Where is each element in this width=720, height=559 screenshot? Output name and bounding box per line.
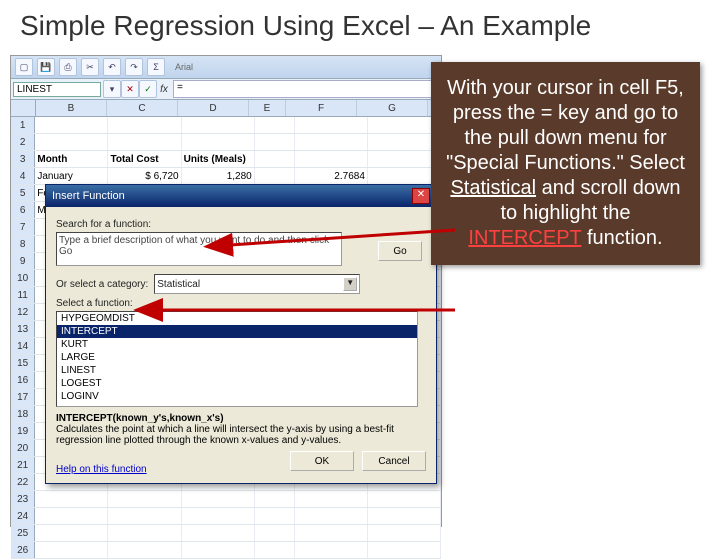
row-hdr[interactable]: 6 <box>11 202 35 218</box>
col-D[interactable]: D <box>178 100 249 116</box>
dialog-titlebar[interactable]: Insert Function ✕ <box>46 185 436 207</box>
autosum-icon[interactable]: Σ <box>147 58 165 76</box>
dialog-title-text: Insert Function <box>52 190 125 202</box>
row-hdr[interactable]: 10 <box>11 270 35 286</box>
col-B[interactable]: B <box>36 100 107 116</box>
insert-function-dialog: Insert Function ✕ Search for a function:… <box>45 184 437 484</box>
chevron-down-icon[interactable]: ▼ <box>343 277 357 291</box>
cancel-button[interactable]: Cancel <box>362 451 426 471</box>
list-item[interactable]: LOGEST <box>57 377 417 390</box>
row-hdr[interactable]: 8 <box>11 236 35 252</box>
row-hdr[interactable]: 23 <box>11 491 35 507</box>
go-button[interactable]: Go <box>378 241 422 261</box>
new-icon[interactable]: ▢ <box>15 58 33 76</box>
function-signature: INTERCEPT(known_y's,known_x's) <box>56 413 224 424</box>
undo-icon[interactable]: ↶ <box>103 58 121 76</box>
function-description: Calculates the point at which a line wil… <box>56 424 394 446</box>
select-function-label: Select a function: <box>56 298 426 309</box>
confirm-entry-icon[interactable]: ✓ <box>139 80 157 98</box>
row-hdr[interactable]: 16 <box>11 372 35 388</box>
callout-intercept: INTERCEPT <box>468 227 581 249</box>
cell[interactable]: January <box>35 168 108 184</box>
row-hdr[interactable]: 13 <box>11 321 35 337</box>
close-icon[interactable]: ✕ <box>412 188 430 204</box>
formula-bar[interactable]: = <box>173 80 439 98</box>
slide-title: Simple Regression Using Excel – An Examp… <box>0 0 720 48</box>
instruction-callout: With your cursor in cell F5, press the =… <box>431 62 700 265</box>
search-textarea[interactable]: Type a brief description of what you wan… <box>56 232 342 266</box>
row-hdr[interactable]: 7 <box>11 219 35 235</box>
column-headers: B C D E F G <box>11 100 441 117</box>
fx-icon[interactable]: fx <box>157 84 171 95</box>
row-hdr[interactable]: 25 <box>11 525 35 541</box>
category-label: Or select a category: <box>56 279 148 290</box>
cell[interactable]: Month <box>35 151 108 167</box>
row-hdr[interactable]: 2 <box>11 134 35 150</box>
row-hdr[interactable]: 22 <box>11 474 35 490</box>
row-hdr[interactable]: 1 <box>11 117 35 133</box>
redo-icon[interactable]: ↷ <box>125 58 143 76</box>
row-hdr[interactable]: 18 <box>11 406 35 422</box>
search-label: Search for a function: <box>56 219 426 230</box>
name-box[interactable]: LINEST <box>13 82 101 97</box>
row-hdr[interactable]: 14 <box>11 338 35 354</box>
list-item[interactable]: LARGE <box>57 351 417 364</box>
cell[interactable]: $ 6,720 <box>108 168 181 184</box>
row-hdr[interactable]: 20 <box>11 440 35 456</box>
save-icon[interactable]: 💾 <box>37 58 55 76</box>
row-hdr[interactable]: 4 <box>11 168 35 184</box>
col-E[interactable]: E <box>249 100 286 116</box>
list-item-selected[interactable]: INTERCEPT <box>57 325 417 338</box>
row-hdr[interactable]: 12 <box>11 304 35 320</box>
formula-bar-row: LINEST ▾ ✕ ✓ fx = <box>11 79 441 100</box>
row-hdr[interactable]: 21 <box>11 457 35 473</box>
row-hdr[interactable]: 24 <box>11 508 35 524</box>
col-F[interactable]: F <box>286 100 357 116</box>
row-hdr[interactable]: 17 <box>11 389 35 405</box>
help-link[interactable]: Help on this function <box>56 464 147 475</box>
row-hdr[interactable]: 15 <box>11 355 35 371</box>
cell[interactable]: 1,280 <box>182 168 255 184</box>
select-all-corner[interactable] <box>11 100 36 116</box>
row-hdr[interactable]: 11 <box>11 287 35 303</box>
category-combo[interactable]: Statistical ▼ <box>154 274 360 294</box>
font-name: Arial <box>175 62 193 72</box>
cell[interactable]: 2.7684 <box>295 168 368 184</box>
list-item[interactable]: LINEST <box>57 364 417 377</box>
print-icon[interactable]: ⎙ <box>59 58 77 76</box>
cut-icon[interactable]: ✂ <box>81 58 99 76</box>
cell[interactable]: Units (Meals) <box>182 151 255 167</box>
cancel-entry-icon[interactable]: ✕ <box>121 80 139 98</box>
row-hdr[interactable]: 5 <box>11 185 35 201</box>
col-C[interactable]: C <box>107 100 178 116</box>
toolbar: ▢ 💾 ⎙ ✂ ↶ ↷ Σ Arial <box>11 56 441 79</box>
function-listbox[interactable]: HYPGEOMDIST INTERCEPT KURT LARGE LINEST … <box>56 311 418 407</box>
list-item[interactable]: HYPGEOMDIST <box>57 312 417 325</box>
list-item[interactable]: KURT <box>57 338 417 351</box>
namebox-dropdown-icon[interactable]: ▾ <box>103 80 121 98</box>
ok-button[interactable]: OK <box>290 451 354 471</box>
row-hdr[interactable]: 3 <box>11 151 35 167</box>
row-hdr[interactable]: 19 <box>11 423 35 439</box>
category-value: Statistical <box>157 279 200 290</box>
list-item[interactable]: LOGINV <box>57 390 417 403</box>
callout-statistical: Statistical <box>450 177 536 199</box>
row-hdr[interactable]: 9 <box>11 253 35 269</box>
row-hdr[interactable]: 26 <box>11 542 35 558</box>
col-G[interactable]: G <box>357 100 428 116</box>
excel-window: ▢ 💾 ⎙ ✂ ↶ ↷ Σ Arial LINEST ▾ ✕ ✓ fx = B … <box>10 55 442 527</box>
cell[interactable]: Total Cost <box>108 151 181 167</box>
